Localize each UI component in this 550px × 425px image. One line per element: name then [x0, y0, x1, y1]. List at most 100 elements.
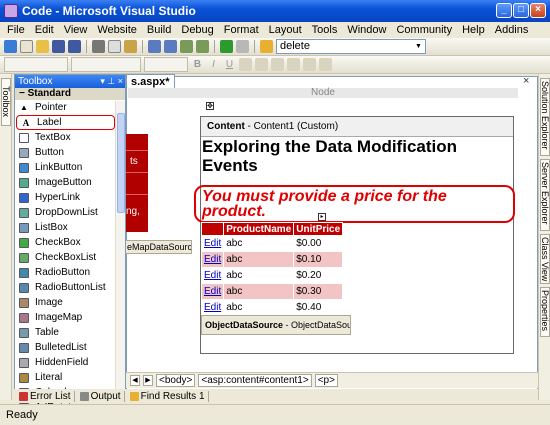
- navigate-forward-icon[interactable]: [196, 40, 209, 53]
- find-in-files-icon[interactable]: [260, 40, 273, 53]
- close-document-icon[interactable]: ×: [523, 75, 529, 87]
- add-item-icon[interactable]: [20, 40, 33, 53]
- save-all-icon[interactable]: [68, 40, 81, 53]
- scroll-thumb[interactable]: [117, 113, 125, 213]
- menu-help[interactable]: Help: [457, 24, 490, 36]
- menu-addins[interactable]: Addins: [490, 24, 534, 36]
- copy-icon[interactable]: [108, 40, 121, 53]
- move-handle-icon[interactable]: ✥: [206, 102, 214, 110]
- properties-tab[interactable]: Properties: [540, 287, 550, 337]
- toolbox-item-imagebutton[interactable]: ImageButton: [15, 175, 125, 190]
- navigate-back-icon[interactable]: [180, 40, 193, 53]
- toolbox-item-label: Button: [35, 147, 64, 158]
- block-format-combo[interactable]: [4, 57, 68, 72]
- start-debugging-icon[interactable]: [220, 40, 233, 53]
- align-left-icon[interactable]: [271, 58, 284, 71]
- highlight-icon[interactable]: [255, 58, 268, 71]
- step-icon[interactable]: [236, 40, 249, 53]
- find-results-tab[interactable]: Find Results 1: [127, 390, 209, 402]
- edit-link[interactable]: Edit: [204, 302, 221, 313]
- menu-community[interactable]: Community: [391, 24, 457, 36]
- underline-icon[interactable]: U: [223, 58, 236, 71]
- toolbox-side-tab[interactable]: Toolbox: [1, 78, 11, 126]
- menu-format[interactable]: Format: [219, 24, 264, 36]
- sitemap-datasource[interactable]: eMapDataSource1: [120, 240, 192, 254]
- solution-explorer-tab[interactable]: Solution Explorer: [540, 78, 550, 156]
- paste-icon[interactable]: [124, 40, 137, 53]
- numbering-icon[interactable]: [319, 58, 332, 71]
- edit-link[interactable]: Edit: [204, 286, 221, 297]
- toolbox-header-icons[interactable]: ▾ ⊥ ×: [100, 75, 123, 88]
- products-grid[interactable]: ProductName UnitPrice Edit abc $0.00 Edi…: [200, 222, 344, 316]
- toolbox-scrollbar[interactable]: [115, 101, 125, 399]
- toolbox-item-literal[interactable]: Literal: [15, 370, 125, 385]
- menu-tools[interactable]: Tools: [307, 24, 343, 36]
- open-file-icon[interactable]: [36, 40, 49, 53]
- cut-icon[interactable]: [92, 40, 105, 53]
- font-name-combo[interactable]: [71, 57, 141, 72]
- toolbox-item-label: Table: [35, 327, 59, 338]
- toolbox-item-image[interactable]: Image: [15, 295, 125, 310]
- toolbox-item-table[interactable]: Table: [15, 325, 125, 340]
- menu-website[interactable]: Website: [92, 24, 142, 36]
- error-list-tab[interactable]: Error List: [16, 390, 75, 402]
- font-size-combo[interactable]: [144, 57, 188, 72]
- bullets-icon[interactable]: [303, 58, 316, 71]
- document-tab[interactable]: s.aspx*: [126, 74, 175, 88]
- align-center-icon[interactable]: [287, 58, 300, 71]
- toolbar-separator: [86, 40, 87, 53]
- edit-link[interactable]: Edit: [204, 254, 221, 265]
- tag-body[interactable]: <body>: [156, 374, 196, 387]
- toolbox-item-linkbutton[interactable]: LinkButton: [15, 160, 125, 175]
- italic-icon[interactable]: I: [207, 58, 220, 71]
- menu-window[interactable]: Window: [342, 24, 391, 36]
- toolbox-item-label: TextBox: [35, 132, 71, 143]
- menu-file[interactable]: File: [2, 24, 30, 36]
- edit-link[interactable]: Edit: [204, 238, 221, 249]
- toolbox-item-hyperlink[interactable]: HyperLink: [15, 190, 125, 205]
- output-tab[interactable]: Output: [77, 390, 125, 402]
- menu-build[interactable]: Build: [142, 24, 176, 36]
- undo-icon[interactable]: [148, 40, 161, 53]
- toolbox-item-bulletedlist[interactable]: BulletedList: [15, 340, 125, 355]
- tag-content[interactable]: <asp:content#content1>: [198, 374, 312, 387]
- class-view-tab[interactable]: Class View: [540, 234, 550, 284]
- new-project-icon[interactable]: [4, 40, 17, 53]
- chevron-right-icon[interactable]: ▶: [143, 375, 153, 386]
- server-explorer-tab[interactable]: Server Explorer: [540, 159, 550, 231]
- toolbox-item-label: HiddenField: [35, 357, 89, 368]
- toolbox-item-radiobutton[interactable]: RadioButton: [15, 265, 125, 280]
- toolbox-item-button[interactable]: Button: [15, 145, 125, 160]
- toolbox-item-radiobuttonlist[interactable]: RadioButtonList: [15, 280, 125, 295]
- find-combo[interactable]: delete ▼: [276, 39, 426, 54]
- maximize-button[interactable]: □: [513, 3, 529, 18]
- toolbox-item-checkboxlist[interactable]: CheckBoxList: [15, 250, 125, 265]
- tag-p[interactable]: <p>: [314, 374, 338, 387]
- toolbox-item-hiddenfield[interactable]: HiddenField: [15, 355, 125, 370]
- object-datasource[interactable]: ObjectDataSource - ObjectDataSource1: [201, 315, 351, 335]
- minimize-button[interactable]: _: [496, 3, 512, 18]
- menu-edit[interactable]: Edit: [30, 24, 59, 36]
- toolbox-item-label[interactable]: A Label: [16, 115, 115, 130]
- toolbox-section-standard[interactable]: − Standard: [15, 88, 125, 100]
- toolbox-item-dropdownlist[interactable]: DropDownList: [15, 205, 125, 220]
- toolbox-item-label: CheckBox: [35, 237, 81, 248]
- toolbox-item-imagemap[interactable]: ImageMap: [15, 310, 125, 325]
- menu-view[interactable]: View: [59, 24, 93, 36]
- menu-layout[interactable]: Layout: [264, 24, 307, 36]
- toolbox-item-pointer[interactable]: ▲ Pointer: [15, 100, 125, 115]
- menu-debug[interactable]: Debug: [176, 24, 218, 36]
- bold-icon[interactable]: B: [191, 58, 204, 71]
- toolbox-item-checkbox[interactable]: CheckBox: [15, 235, 125, 250]
- chevron-left-icon[interactable]: ◀: [130, 375, 140, 386]
- font-color-icon[interactable]: [239, 58, 252, 71]
- smart-tag-icon[interactable]: ▸: [318, 213, 326, 221]
- toolbox-item-textbox[interactable]: TextBox: [15, 130, 125, 145]
- redo-icon[interactable]: [164, 40, 177, 53]
- toolbox-item-label: Image: [35, 297, 63, 308]
- save-icon[interactable]: [52, 40, 65, 53]
- close-button[interactable]: ×: [530, 3, 546, 18]
- menu-fragment-2: ng,: [126, 206, 140, 217]
- edit-link[interactable]: Edit: [204, 270, 221, 281]
- toolbox-item-listbox[interactable]: ListBox: [15, 220, 125, 235]
